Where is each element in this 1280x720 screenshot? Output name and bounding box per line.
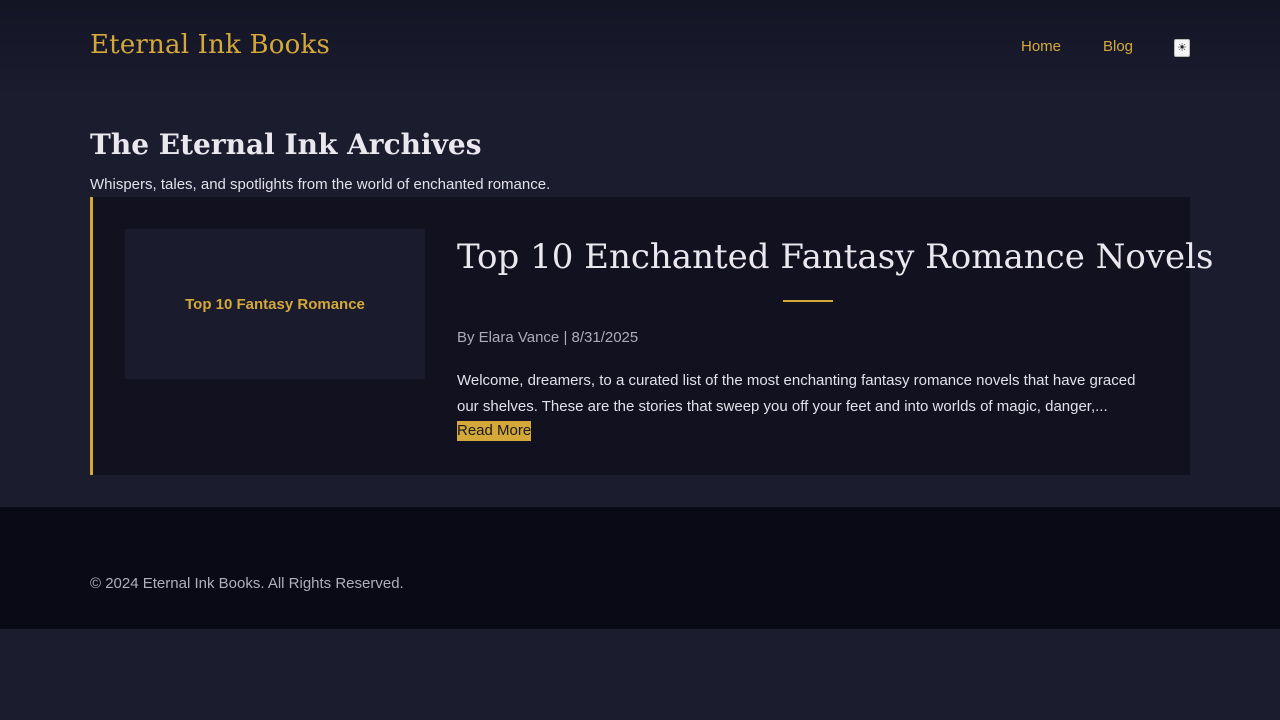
post-excerpt: Welcome, dreamers, to a curated list of …: [457, 372, 1136, 415]
page-subtitle: Whispers, tales, and spotlights from the…: [90, 176, 551, 193]
site-logo[interactable]: Eternal Ink Books: [90, 30, 330, 60]
title-divider: [783, 300, 833, 302]
post-thumbnail[interactable]: Top 10 Fantasy Romance: [125, 229, 425, 379]
read-more-link[interactable]: Read More: [457, 421, 532, 441]
page-title: The Eternal Ink Archives: [90, 128, 482, 161]
site-footer: © 2024 Eternal Ink Books. All Rights Res…: [0, 507, 1280, 629]
post-thumbnail-label: Top 10 Fantasy Romance: [185, 295, 365, 313]
theme-toggle-button[interactable]: ☀: [1174, 39, 1190, 57]
copyright-text: © 2024 Eternal Ink Books. All Rights Res…: [90, 575, 404, 592]
site-header: Eternal Ink Books Home Blog ☀: [0, 0, 1280, 96]
sun-icon: ☀: [1177, 42, 1187, 54]
post-title[interactable]: Top 10 Enchanted Fantasy Romance Novels: [457, 237, 1214, 277]
nav-home-link[interactable]: Home: [1021, 38, 1061, 55]
post-meta: By Elara Vance | 8/31/2025: [457, 329, 639, 346]
post-card: Top 10 Fantasy Romance Top 10 Enchanted …: [90, 197, 1214, 475]
nav-blog-link[interactable]: Blog: [1103, 38, 1133, 55]
